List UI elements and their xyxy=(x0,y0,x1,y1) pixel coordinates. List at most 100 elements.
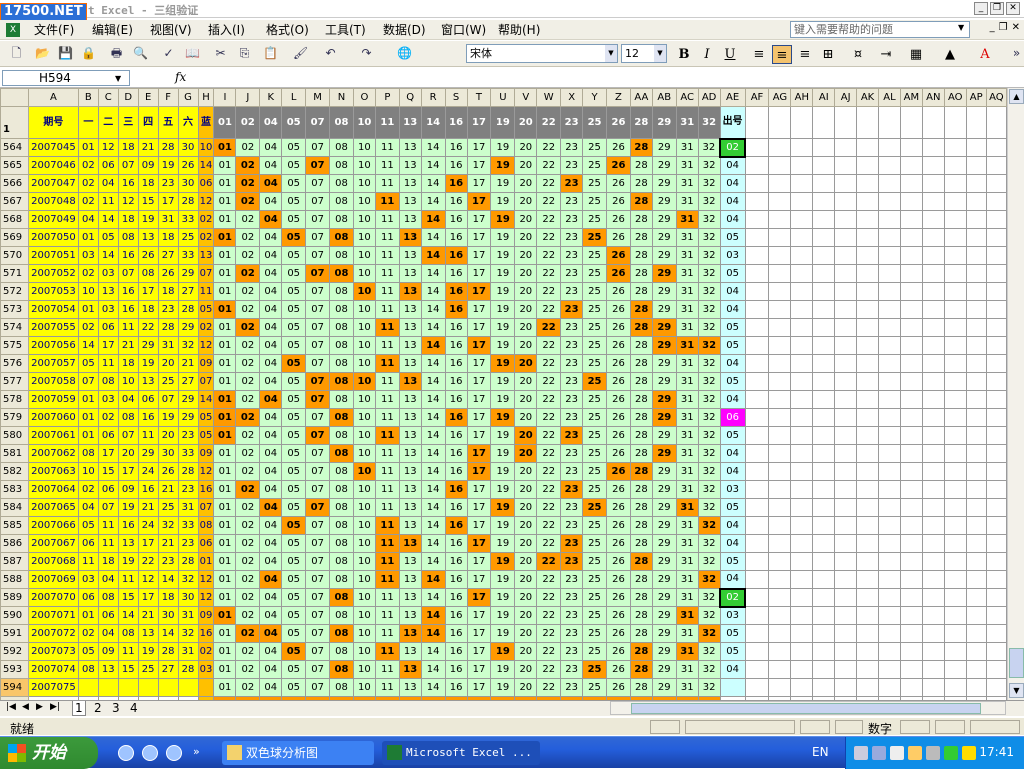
column-header[interactable]: AP xyxy=(965,88,987,107)
number-cell[interactable]: 20 xyxy=(514,210,538,229)
cell[interactable] xyxy=(856,228,880,247)
ball-cell[interactable]: 30 xyxy=(177,588,199,607)
ball-cell[interactable]: 26 xyxy=(157,264,179,283)
number-cell[interactable]: 04 xyxy=(259,462,283,481)
cell[interactable] xyxy=(943,372,967,391)
cell[interactable] xyxy=(768,552,792,571)
ball-cell[interactable]: 21 xyxy=(137,606,159,625)
number-cell[interactable]: 29 xyxy=(651,606,677,625)
cell[interactable] xyxy=(812,300,836,319)
number-header-cell[interactable]: 31 xyxy=(675,106,699,139)
cell[interactable] xyxy=(744,156,770,175)
number-cell[interactable]: 16 xyxy=(444,372,468,391)
cell[interactable] xyxy=(985,444,1007,463)
column-header[interactable]: O xyxy=(352,88,376,107)
number-cell[interactable]: 20 xyxy=(514,246,538,265)
number-cell[interactable]: 04 xyxy=(259,444,283,463)
ball-cell[interactable]: 29 xyxy=(137,336,159,355)
number-cell[interactable]: 05 xyxy=(281,480,307,499)
ball-cell[interactable]: 13 xyxy=(97,660,119,679)
ball-cell[interactable]: 18 xyxy=(157,228,179,247)
number-cell[interactable]: 13 xyxy=(398,264,422,283)
number-cell[interactable]: 22 xyxy=(536,282,562,301)
number-cell[interactable]: 29 xyxy=(651,318,677,337)
number-cell[interactable]: 17 xyxy=(466,552,492,571)
period-cell[interactable]: 2007057 xyxy=(27,354,79,373)
cell[interactable] xyxy=(834,552,858,571)
cell[interactable] xyxy=(985,156,1007,175)
cell[interactable] xyxy=(812,282,836,301)
cell[interactable] xyxy=(744,462,770,481)
number-cell[interactable]: 22 xyxy=(536,138,562,157)
number-cell[interactable]: 29 xyxy=(651,408,677,427)
number-cell[interactable]: 05 xyxy=(281,534,307,553)
number-cell[interactable]: 01 xyxy=(213,138,237,157)
last-sheet-icon[interactable]: ▶| xyxy=(50,702,60,712)
blue-ball-cell[interactable]: 05 xyxy=(197,300,215,319)
number-cell[interactable]: 11 xyxy=(374,372,400,391)
row-header[interactable]: 565 xyxy=(0,156,29,175)
number-cell[interactable]: 14 xyxy=(420,156,446,175)
print-icon[interactable]: 🖶 xyxy=(108,45,125,62)
period-cell[interactable]: 2007054 xyxy=(27,300,79,319)
column-header[interactable]: L xyxy=(281,88,307,107)
cell[interactable] xyxy=(878,138,901,157)
header-cell[interactable]: 二 xyxy=(97,106,119,139)
cell[interactable] xyxy=(856,678,880,697)
column-header[interactable]: E xyxy=(137,88,159,107)
number-cell[interactable]: 05 xyxy=(281,228,307,247)
number-cell[interactable]: 10 xyxy=(352,300,376,319)
formula-input[interactable] xyxy=(190,70,1020,86)
cell[interactable] xyxy=(965,264,987,283)
number-cell[interactable]: 04 xyxy=(259,426,283,445)
number-cell[interactable]: 16 xyxy=(444,336,468,355)
number-cell[interactable]: 19 xyxy=(490,138,516,157)
number-cell[interactable]: 23 xyxy=(560,228,584,247)
row-header[interactable]: 592 xyxy=(0,642,29,661)
number-cell[interactable]: 08 xyxy=(329,318,354,337)
number-cell[interactable]: 20 xyxy=(514,444,538,463)
number-cell[interactable]: 26 xyxy=(606,462,631,481)
number-cell[interactable]: 05 xyxy=(281,660,307,679)
number-cell[interactable]: 14 xyxy=(420,390,446,409)
cell[interactable] xyxy=(856,552,880,571)
tray-icon[interactable] xyxy=(872,746,886,760)
cell[interactable] xyxy=(921,660,945,679)
number-cell[interactable]: 29 xyxy=(651,372,677,391)
cell[interactable] xyxy=(899,192,923,211)
number-cell[interactable]: 01 xyxy=(213,336,237,355)
number-cell[interactable]: 16 xyxy=(444,174,468,193)
number-cell[interactable]: 01 xyxy=(213,570,237,589)
cell[interactable] xyxy=(790,210,814,229)
number-cell[interactable]: 14 xyxy=(420,552,446,571)
paste-icon[interactable]: 📋 xyxy=(262,45,279,62)
number-cell[interactable]: 04 xyxy=(259,318,283,337)
ball-cell[interactable]: 29 xyxy=(177,264,199,283)
period-cell[interactable]: 2007058 xyxy=(27,372,79,391)
number-cell[interactable]: 32 xyxy=(697,516,721,535)
cell[interactable] xyxy=(790,106,814,139)
row-header[interactable]: 589 xyxy=(0,588,29,607)
ball-cell[interactable]: 12 xyxy=(137,570,159,589)
cell[interactable] xyxy=(943,444,967,463)
chu-cell[interactable]: 04 xyxy=(719,354,746,373)
number-cell[interactable]: 28 xyxy=(629,534,653,553)
cell[interactable] xyxy=(985,624,1007,643)
row-header[interactable]: 572 xyxy=(0,282,29,301)
cell[interactable] xyxy=(834,174,858,193)
number-cell[interactable]: 08 xyxy=(329,354,354,373)
column-header[interactable]: Z xyxy=(606,88,631,107)
number-cell[interactable]: 16 xyxy=(444,444,468,463)
ball-cell[interactable]: 17 xyxy=(117,462,139,481)
number-cell[interactable]: 11 xyxy=(374,282,400,301)
number-cell[interactable]: 02 xyxy=(235,264,261,283)
indent-icon[interactable]: ⇥ xyxy=(876,45,896,64)
number-cell[interactable]: 16 xyxy=(444,300,468,319)
cell[interactable] xyxy=(812,588,836,607)
number-cell[interactable]: 02 xyxy=(235,408,261,427)
number-cell[interactable]: 23 xyxy=(560,462,584,481)
ball-cell[interactable]: 25 xyxy=(137,660,159,679)
chu-cell[interactable]: 05 xyxy=(719,642,746,661)
number-cell[interactable]: 23 xyxy=(560,372,584,391)
cell[interactable] xyxy=(834,480,858,499)
